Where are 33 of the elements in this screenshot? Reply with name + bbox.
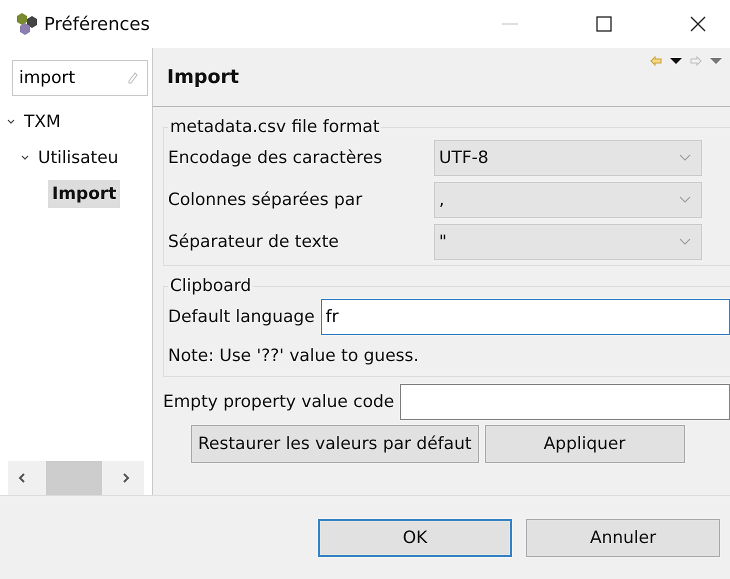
tree-item[interactable]: Import [48, 180, 120, 208]
chevron-down-icon [679, 238, 691, 246]
close-icon[interactable] [688, 14, 708, 34]
text-field[interactable]: fr [320, 299, 730, 335]
dropdown[interactable]: " [434, 224, 702, 260]
dropdown[interactable]: UTF-8 [434, 140, 702, 176]
chevron-down-icon [679, 154, 691, 162]
maximize-icon[interactable] [594, 14, 614, 34]
hint-text: Note: Use '??' value to guess. [168, 345, 420, 368]
page-title: Import [167, 66, 239, 88]
field-label: Empty property value code [163, 392, 394, 412]
chevron-down-icon [679, 196, 691, 204]
app-logo-icon [16, 12, 40, 36]
group-title: metadata.csv file format [169, 117, 380, 137]
field-label: Séparateur de texte [168, 232, 340, 252]
tree-item[interactable]: TXM [20, 108, 65, 136]
horizontal-scrollbar[interactable] [8, 461, 144, 495]
tree-item[interactable]: Utilisateu [34, 144, 122, 172]
dropdown-triangle-icon[interactable] [670, 57, 682, 65]
field-label: Default language [168, 307, 315, 327]
group-title: Clipboard [169, 276, 252, 296]
cancel-button[interactable]: Annuler [526, 518, 720, 556]
expanded-caret-icon[interactable] [6, 118, 16, 126]
field-label: Encodage des caractères [168, 148, 384, 168]
field-label: Colonnes séparées par [168, 190, 364, 210]
filter-field[interactable]: import [12, 60, 148, 96]
ok-button[interactable]: OK [318, 518, 512, 556]
expanded-caret-icon[interactable] [20, 154, 30, 162]
window-title: Préférences [44, 14, 151, 34]
dropdown[interactable]: , [434, 182, 702, 218]
text-field[interactable] [400, 384, 730, 420]
restore-defaults-button[interactable]: Restaurer les valeurs par défaut [191, 425, 479, 463]
apply-button[interactable]: Appliquer [484, 425, 685, 463]
